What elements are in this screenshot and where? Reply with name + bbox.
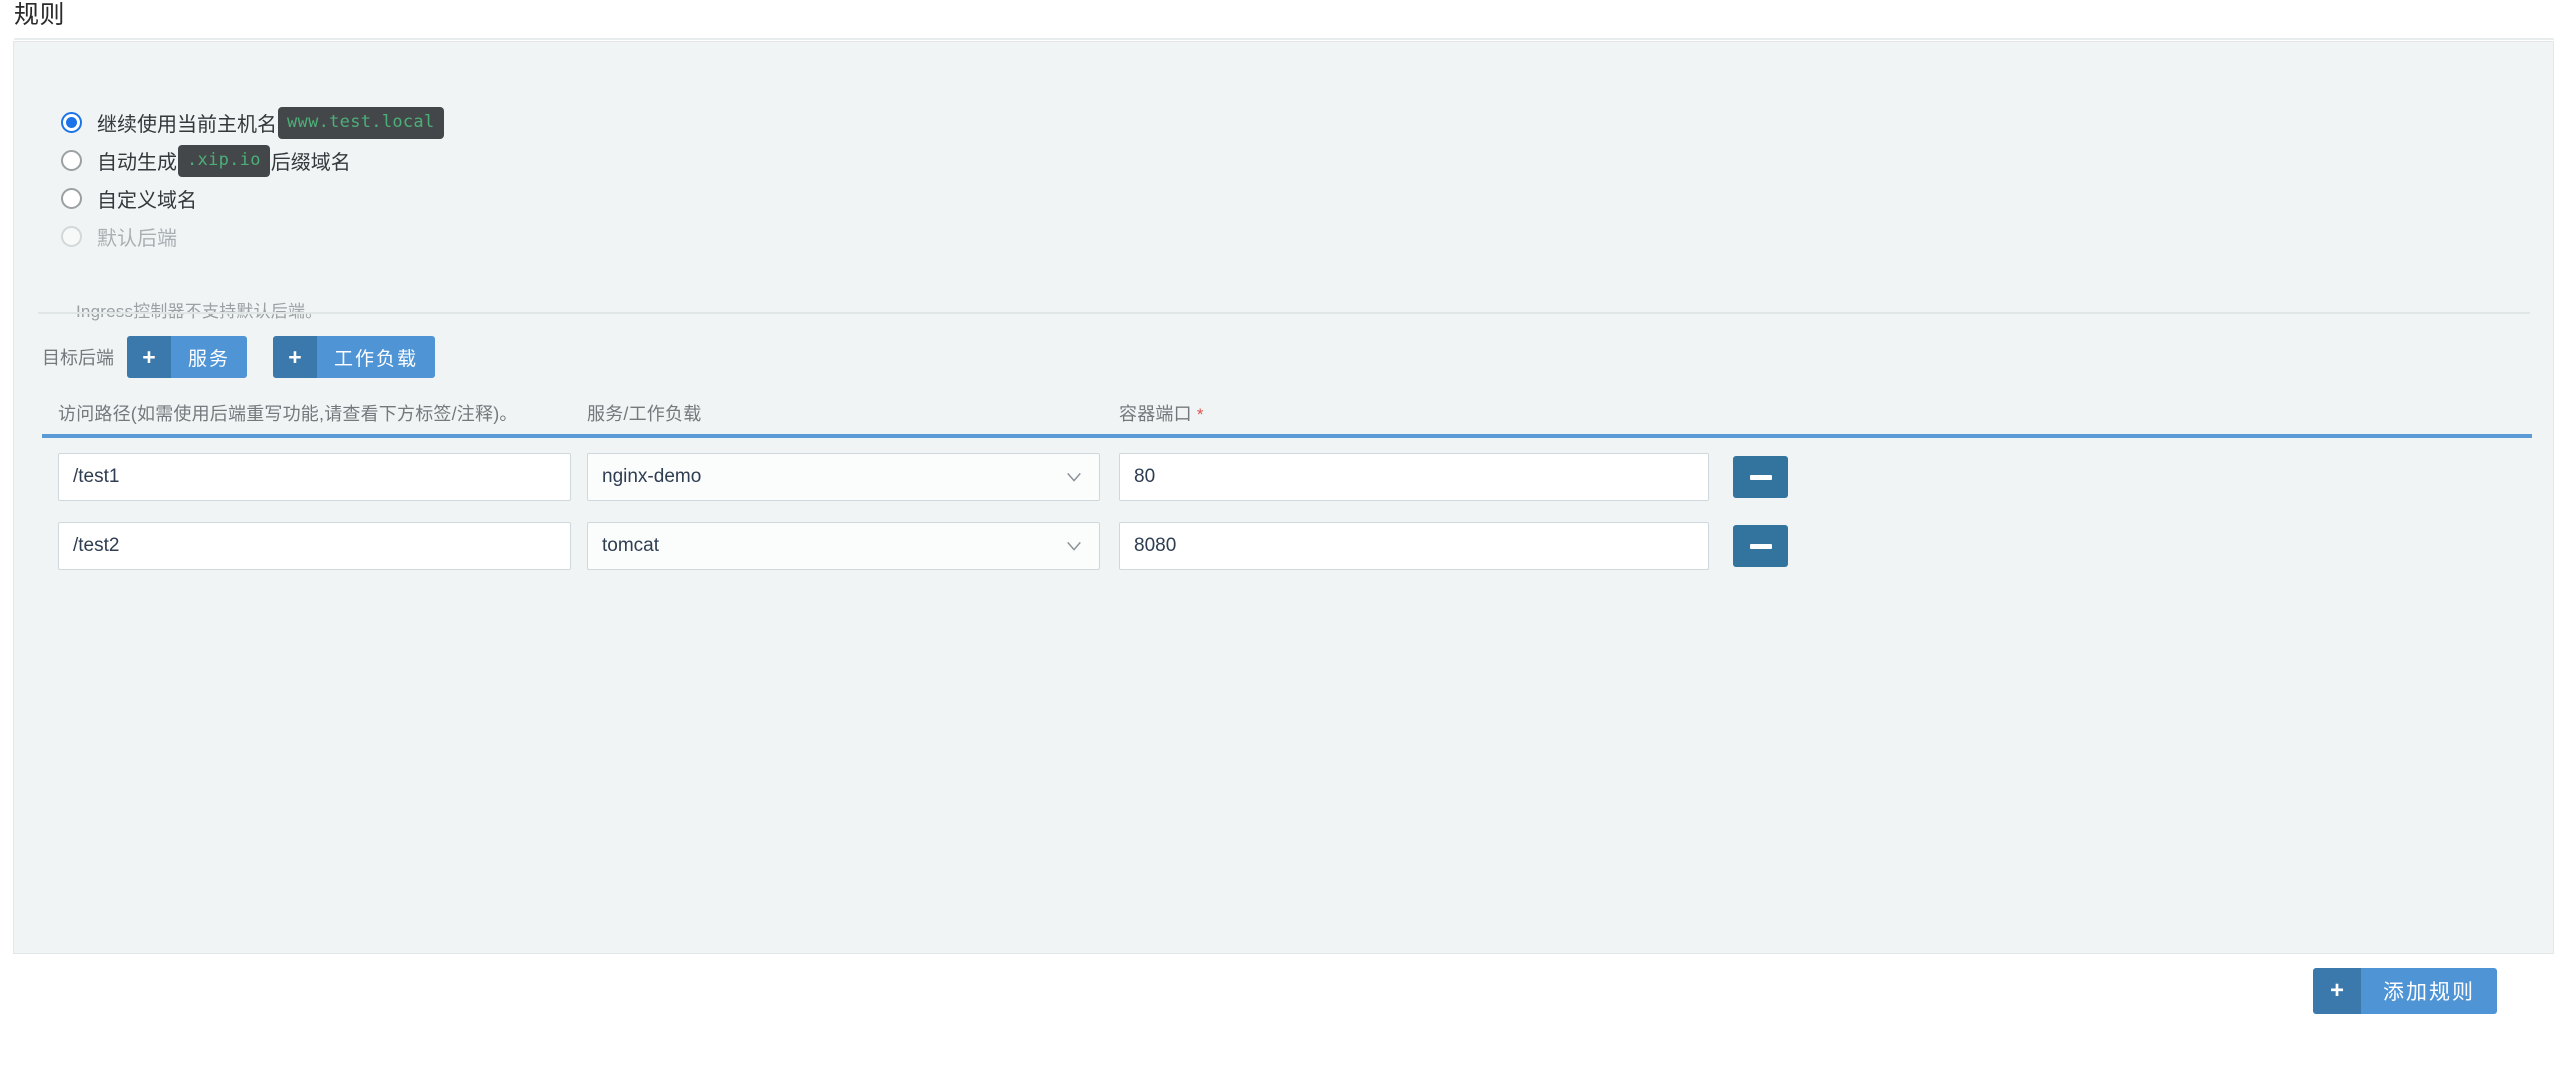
cell-path — [58, 453, 571, 501]
default-backend-helper-text: Ingress控制器不支持默认后端。 — [76, 297, 322, 322]
cell-port — [1119, 522, 1709, 570]
add-service-button-label: 服务 — [171, 336, 248, 378]
cell-action — [1733, 456, 1788, 498]
radio-label-text: 自动生成 — [97, 152, 177, 174]
plus-icon: + — [2313, 968, 2361, 1014]
column-header-port-label: 容器端口 — [1119, 404, 1192, 424]
radio-option-auto-generate[interactable]: 自动生成 .xip.io 后缀域名 — [61, 142, 445, 179]
service-select[interactable]: tomcat — [587, 522, 1100, 570]
add-workload-button[interactable]: + 工作负载 — [273, 336, 436, 378]
service-select-value[interactable]: nginx-demo — [587, 453, 1100, 501]
remove-rule-row-button[interactable] — [1733, 525, 1788, 567]
column-header-path: 访问路径(如需使用后端重写功能,请查看下方标签/注释)。 — [58, 404, 518, 424]
add-workload-button-label: 工作负载 — [317, 336, 436, 378]
radio-label-text: 继续使用当前主机名 — [97, 114, 277, 136]
radio-option-label: 自定义域名 — [97, 184, 197, 213]
title-divider — [14, 38, 2554, 40]
remove-rule-row-button[interactable] — [1733, 456, 1788, 498]
radio-label-suffix: 后缀域名 — [270, 152, 351, 174]
code-badge-hostname: www.test.local — [278, 106, 444, 139]
table-header-row: 访问路径(如需使用后端重写功能,请查看下方标签/注释)。 服务/工作负载 容器端… — [42, 400, 2532, 434]
cell-service: nginx-demo — [587, 453, 1100, 501]
table-row: tomcat — [42, 516, 2532, 576]
service-select[interactable]: nginx-demo — [587, 453, 1100, 501]
port-input[interactable] — [1119, 453, 1709, 501]
path-input[interactable] — [58, 453, 571, 501]
rules-table: 访问路径(如需使用后端重写功能,请查看下方标签/注释)。 服务/工作负载 容器端… — [42, 400, 2532, 576]
rules-panel: 继续使用当前主机名 www.test.local 自动生成 .xip.io 后缀域名 … — [13, 41, 2554, 954]
cell-port — [1119, 453, 1709, 501]
table-header-underline — [42, 434, 2532, 438]
radio-option-label: 默认后端 — [97, 222, 177, 251]
add-rule-button-label: 添加规则 — [2361, 968, 2497, 1014]
radio-option-custom-domain[interactable]: 自定义域名 — [61, 180, 445, 217]
target-backend-row: 目标后端 + 服务 + 工作负载 — [42, 336, 461, 378]
plus-icon: + — [127, 336, 171, 378]
radio-label-text: 自定义域名 — [97, 190, 197, 212]
radio-option-default-backend: 默认后端 — [61, 218, 445, 255]
host-option-radio-group: 继续使用当前主机名 www.test.local 自动生成 .xip.io 后缀域名 … — [61, 104, 445, 256]
radio-icon — [61, 226, 82, 247]
radio-label-text: 默认后端 — [97, 228, 177, 250]
page-title: 规则 — [14, 1, 66, 29]
code-badge-xip: .xip.io — [178, 144, 270, 177]
required-asterisk: * — [1196, 405, 1204, 424]
column-header-service: 服务/工作负载 — [587, 404, 702, 424]
add-service-button[interactable]: + 服务 — [127, 336, 248, 378]
radio-option-label: 继续使用当前主机名 www.test.local — [97, 106, 445, 139]
section-divider — [38, 312, 2530, 314]
minus-icon — [1749, 474, 1772, 480]
plus-icon: + — [273, 336, 318, 378]
cell-service: tomcat — [587, 522, 1100, 570]
path-input[interactable] — [58, 522, 571, 570]
radio-option-label: 自动生成 .xip.io 后缀域名 — [97, 144, 351, 177]
column-header-port: 容器端口 * — [1119, 400, 1709, 434]
add-rule-button[interactable]: + 添加规则 — [2313, 968, 2497, 1014]
radio-icon[interactable] — [61, 112, 82, 133]
cell-path — [58, 522, 571, 570]
table-row: nginx-demo — [42, 447, 2532, 507]
radio-option-current-hostname[interactable]: 继续使用当前主机名 www.test.local — [61, 104, 445, 141]
cell-action — [1733, 525, 1788, 567]
radio-icon[interactable] — [61, 150, 82, 171]
target-backend-label: 目标后端 — [42, 348, 114, 368]
minus-icon — [1749, 543, 1772, 549]
port-input[interactable] — [1119, 522, 1709, 570]
service-select-value[interactable]: tomcat — [587, 522, 1100, 570]
radio-icon[interactable] — [61, 188, 82, 209]
